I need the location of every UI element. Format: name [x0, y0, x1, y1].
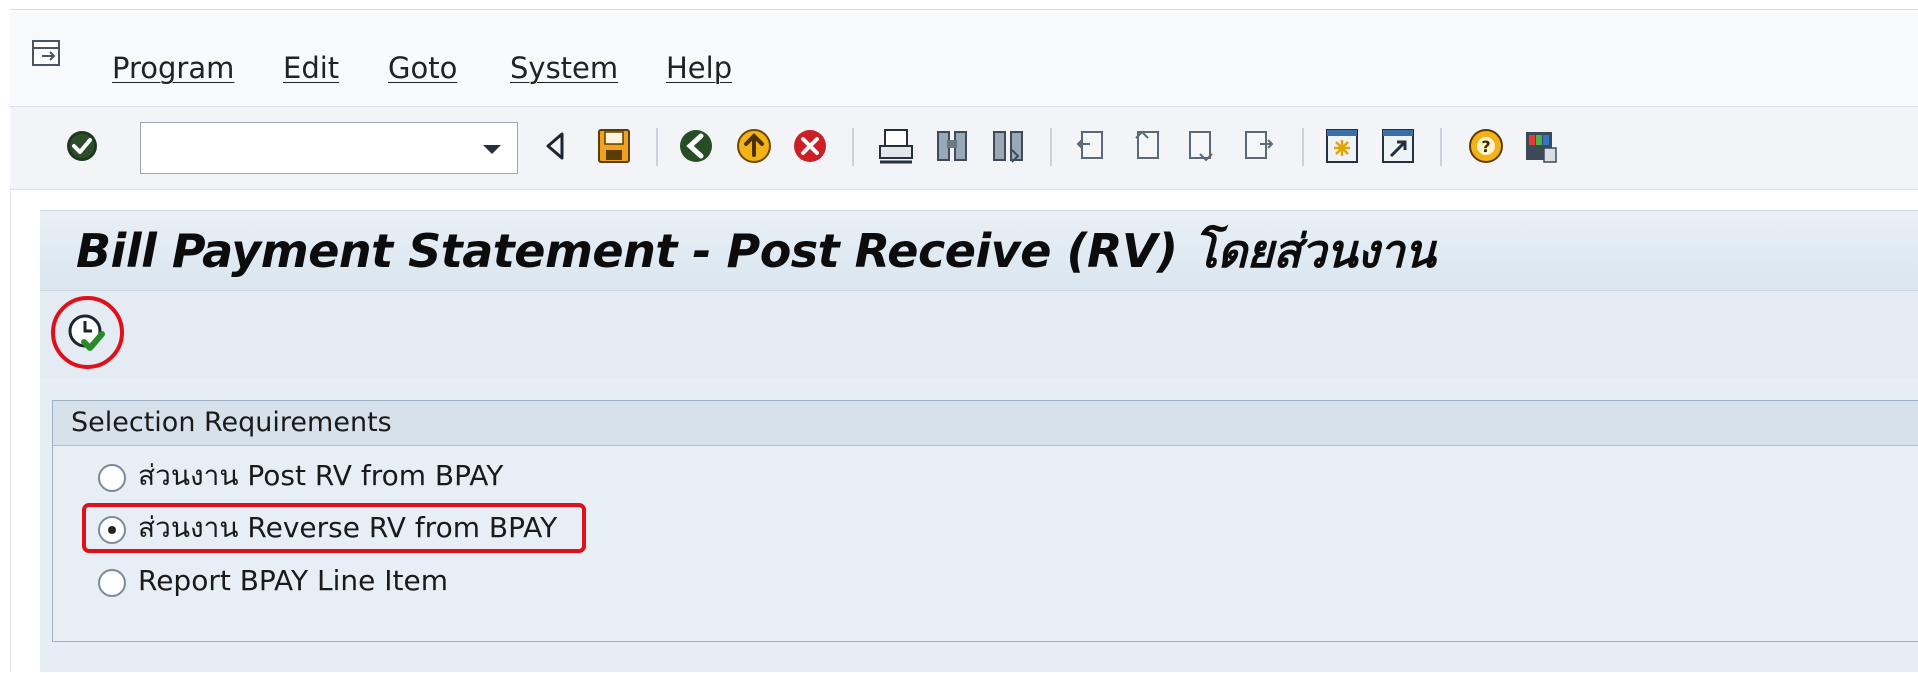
back-icon[interactable]	[676, 124, 716, 168]
back-triangle-icon[interactable]	[536, 124, 576, 168]
execute-button[interactable]	[54, 300, 120, 366]
svg-text:?: ?	[1481, 137, 1490, 156]
radio-label: ส่วนงาน Reverse RV from BPAY	[138, 511, 558, 544]
group-header: Selection Requirements	[53, 401, 1918, 446]
toolbar-separator	[1302, 128, 1304, 166]
new-session-icon[interactable]	[1322, 124, 1362, 168]
window-left-border	[10, 188, 11, 672]
radio-button[interactable]	[98, 464, 126, 492]
command-field[interactable]	[140, 122, 518, 174]
execute-icon	[68, 314, 105, 351]
print-icon[interactable]	[876, 124, 916, 168]
exit-icon[interactable]	[734, 124, 774, 168]
radio-label: ส่วนงาน Post RV from BPAY	[138, 459, 504, 492]
menu-program[interactable]: Program	[112, 50, 234, 86]
radio-label: Report BPAY Line Item	[138, 564, 448, 597]
enter-icon[interactable]	[62, 124, 102, 168]
help-icon[interactable]: ?	[1466, 124, 1506, 168]
last-page-icon[interactable]	[1238, 124, 1278, 168]
previous-page-icon[interactable]	[1126, 124, 1166, 168]
menu-help[interactable]: Help	[666, 50, 732, 86]
group-title: Selection Requirements	[71, 407, 392, 438]
menu-edit[interactable]: Edit	[283, 50, 339, 86]
command-dropdown-icon[interactable]	[469, 125, 515, 171]
toolbar-separator	[656, 128, 658, 166]
toolbar-separator	[852, 128, 854, 166]
title-bar: Bill Payment Statement - Post Receive (R…	[40, 210, 1918, 291]
toolbar-separator	[1050, 128, 1052, 166]
menu-goto[interactable]: Goto	[388, 50, 457, 86]
menu-entry-icon[interactable]	[30, 36, 64, 70]
customize-layout-icon[interactable]	[1520, 124, 1560, 168]
first-page-icon[interactable]	[1070, 124, 1110, 168]
radio-button[interactable]	[98, 569, 126, 597]
command-input[interactable]	[147, 129, 461, 169]
find-next-icon[interactable]	[988, 124, 1028, 168]
next-page-icon[interactable]	[1182, 124, 1222, 168]
create-shortcut-icon[interactable]	[1378, 124, 1418, 168]
find-icon[interactable]	[932, 124, 972, 168]
page-title: Bill Payment Statement - Post Receive (R…	[76, 224, 1436, 278]
menu-system[interactable]: System	[510, 50, 618, 86]
cancel-icon[interactable]	[790, 124, 830, 168]
toolbar-separator	[1440, 128, 1442, 166]
application-toolbar	[40, 290, 1918, 380]
radio-button-selected[interactable]	[98, 516, 126, 544]
save-icon[interactable]	[594, 124, 634, 168]
